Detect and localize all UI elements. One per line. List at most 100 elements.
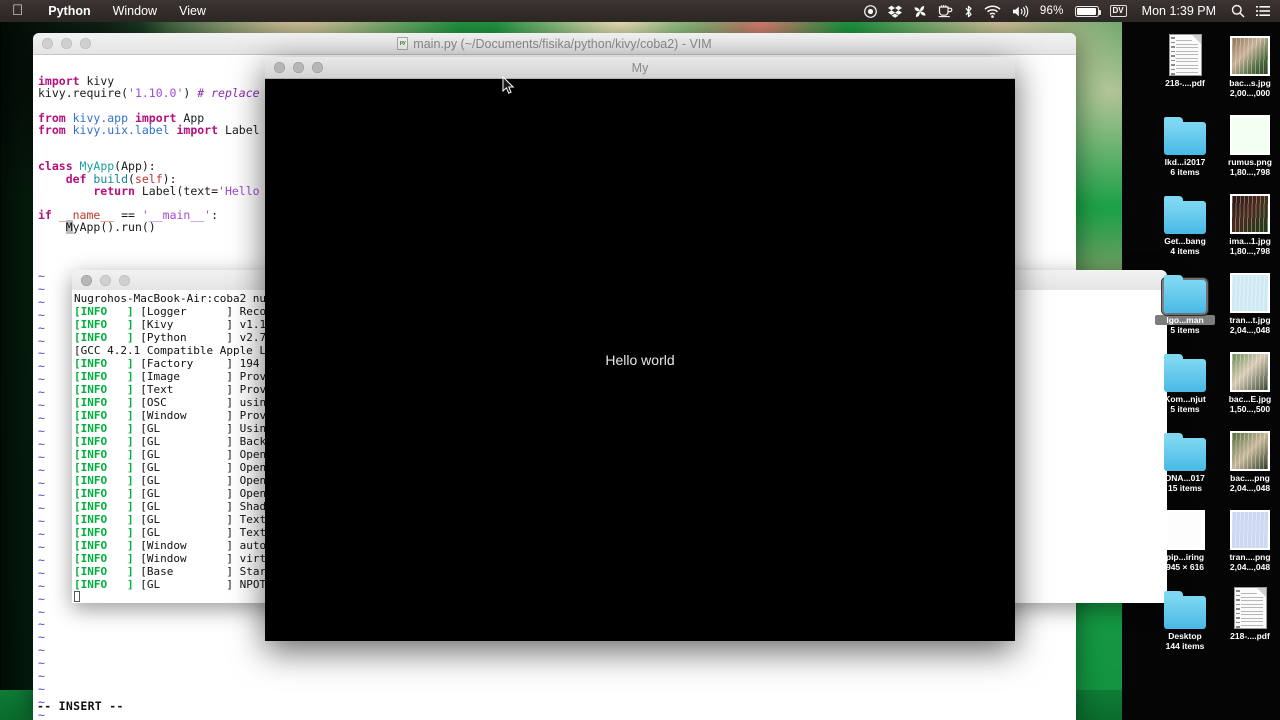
folder-icon[interactable]	[1164, 354, 1206, 392]
kivy-title: My	[631, 60, 649, 75]
log-level-tag: [INFO ]	[74, 474, 134, 487]
search-icon[interactable]	[1231, 4, 1245, 18]
vim-close-button[interactable]	[42, 38, 53, 49]
notification-center-icon[interactable]	[1256, 5, 1270, 17]
desktop-icon[interactable]: Kom...njut 5 items	[1155, 340, 1215, 414]
vim-minimize-button[interactable]	[61, 38, 72, 49]
terminal-close-button[interactable]	[81, 275, 92, 286]
vim-title-bar[interactable]: py main.py (~/Documents/fisika/python/ki…	[33, 33, 1076, 55]
terminal-minimize-button[interactable]	[100, 275, 111, 286]
input-source-indicator[interactable]: DV	[1109, 5, 1127, 17]
desktop-icon[interactable]: ima...1.jpg 1,80...,798	[1220, 182, 1280, 256]
desktop-icon-thumbnail[interactable]	[1155, 24, 1215, 76]
image-thumbnail-icon[interactable]	[1230, 194, 1270, 234]
kivy-window-controls[interactable]	[265, 62, 323, 73]
desktop-icon-label[interactable]: 218-....pdf	[1155, 78, 1215, 88]
desktop-icon-label[interactable]: Desktop	[1155, 631, 1215, 641]
desktop-icon-thumbnail[interactable]	[1220, 103, 1280, 155]
desktop-icon-label[interactable]: lkd...i2017	[1155, 157, 1215, 167]
terminal-zoom-button[interactable]	[119, 275, 130, 286]
terminal-window-controls[interactable]	[72, 275, 130, 286]
desktop-icon[interactable]: 218-....pdf	[1220, 577, 1280, 651]
image-thumbnail-icon[interactable]	[1165, 510, 1205, 550]
vim-tilde-marker: ~	[38, 449, 45, 464]
vim-window-controls[interactable]	[33, 38, 91, 49]
desktop-icon-label[interactable]: bac....png	[1220, 473, 1280, 483]
desktop-icon[interactable]: tran...t.jpg 2,04...,048	[1220, 261, 1280, 335]
volume-icon[interactable]	[1012, 5, 1029, 18]
desktop-icon-thumbnail[interactable]	[1220, 182, 1280, 234]
desktop-icon[interactable]: rumus.png 1,80...,798	[1220, 103, 1280, 177]
image-thumbnail-icon[interactable]	[1230, 352, 1270, 392]
folder-icon[interactable]	[1164, 433, 1206, 471]
record-icon[interactable]	[864, 4, 877, 18]
desktop-icon-thumbnail[interactable]	[1155, 498, 1215, 550]
desktop-icon-label[interactable]: rumus.png	[1220, 157, 1280, 167]
desktop-icon-label[interactable]: pip...iring	[1155, 552, 1215, 562]
folder-icon[interactable]	[1164, 117, 1206, 155]
dropbox-icon[interactable]	[887, 5, 902, 18]
kivy-app-window[interactable]: My Hello world	[265, 57, 1015, 641]
kivy-canvas[interactable]: Hello world	[265, 79, 1015, 641]
desktop-icon[interactable]: tran....png 2,04...,048	[1220, 498, 1280, 572]
desktop-icon[interactable]: Get...bang 4 items	[1155, 182, 1215, 256]
desktop-icon-thumbnail[interactable]	[1155, 261, 1215, 315]
log-level-tag: [INFO ]	[74, 318, 134, 331]
desktop-icon-label[interactable]: Kom...njut	[1155, 394, 1215, 404]
desktop-icon-label[interactable]: bac...E.jpg	[1220, 394, 1280, 404]
desktop-icon-thumbnail[interactable]	[1220, 498, 1280, 550]
pdf-document-icon[interactable]	[1168, 34, 1202, 76]
desktop-icon-label[interactable]: tran...t.jpg	[1220, 315, 1280, 325]
desktop-icon[interactable]: lgo...man 5 items	[1155, 261, 1215, 335]
pinwheel-icon[interactable]	[913, 5, 927, 18]
desktop-icon[interactable]: pip...iring 945 × 616	[1155, 498, 1215, 572]
desktop-icon-thumbnail[interactable]	[1155, 340, 1215, 392]
menu-item-window[interactable]: Window	[102, 4, 168, 18]
menu-item-python[interactable]: Python	[37, 4, 101, 18]
desktop-icon-thumbnail[interactable]	[1155, 577, 1215, 629]
wifi-icon[interactable]	[984, 5, 1001, 18]
desktop-icon-label[interactable]: DNA...017	[1155, 473, 1215, 483]
pdf-document-icon[interactable]	[1233, 587, 1267, 629]
desktop-icon-thumbnail[interactable]	[1220, 577, 1280, 629]
desktop-icon-label[interactable]: ima...1.jpg	[1220, 236, 1280, 246]
desktop-icon[interactable]: bac...E.jpg 1,50...,500	[1220, 340, 1280, 414]
vim-zoom-button[interactable]	[80, 38, 91, 49]
kivy-zoom-button[interactable]	[312, 62, 323, 73]
menu-item-view[interactable]: View	[168, 4, 217, 18]
desktop-icon-thumbnail[interactable]	[1220, 261, 1280, 313]
desktop-icon[interactable]: Desktop 144 items	[1155, 577, 1215, 651]
desktop-icon-label[interactable]: 218-....pdf	[1220, 631, 1280, 641]
desktop-icon-label[interactable]: Get...bang	[1155, 236, 1215, 246]
folder-icon[interactable]	[1162, 275, 1208, 315]
image-thumbnail-icon[interactable]	[1230, 273, 1270, 313]
image-thumbnail-icon[interactable]	[1230, 36, 1270, 76]
desktop-icon-label[interactable]: tran....png	[1220, 552, 1280, 562]
desktop-icon-label[interactable]: lgo...man	[1155, 315, 1215, 325]
desktop-icon[interactable]: lkd...i2017 6 items	[1155, 103, 1215, 177]
apple-icon[interactable]: 	[0, 3, 37, 20]
desktop-icon-thumbnail[interactable]	[1155, 419, 1215, 471]
desktop-icon-thumbnail[interactable]	[1220, 340, 1280, 392]
image-thumbnail-icon[interactable]	[1230, 510, 1270, 550]
folder-icon[interactable]	[1164, 591, 1206, 629]
desktop-icon-label[interactable]: bac...s.jpg	[1220, 78, 1280, 88]
desktop-icon-thumbnail[interactable]	[1220, 419, 1280, 471]
image-thumbnail-icon[interactable]	[1230, 115, 1270, 155]
coffee-icon[interactable]	[938, 4, 953, 18]
battery-icon[interactable]	[1074, 5, 1102, 17]
image-thumbnail-icon[interactable]	[1230, 431, 1270, 471]
desktop-icon-thumbnail[interactable]	[1220, 24, 1280, 76]
menu-bar-clock[interactable]: Mon 1:39 PM	[1138, 4, 1220, 18]
desktop-icon-thumbnail[interactable]	[1155, 103, 1215, 155]
desktop-icon-thumbnail[interactable]	[1155, 182, 1215, 234]
kivy-title-bar[interactable]: My	[265, 57, 1015, 79]
kivy-close-button[interactable]	[274, 62, 285, 73]
desktop-icon[interactable]: DNA...017 15 items	[1155, 419, 1215, 493]
kivy-minimize-button[interactable]	[293, 62, 304, 73]
folder-icon[interactable]	[1164, 196, 1206, 234]
desktop-icon[interactable]: bac....png 2,04...,048	[1220, 419, 1280, 493]
desktop-icon[interactable]: bac...s.jpg 2,00...,000	[1220, 24, 1280, 98]
desktop-icon[interactable]: 218-....pdf	[1155, 24, 1215, 98]
bluetooth-icon[interactable]	[964, 5, 973, 18]
